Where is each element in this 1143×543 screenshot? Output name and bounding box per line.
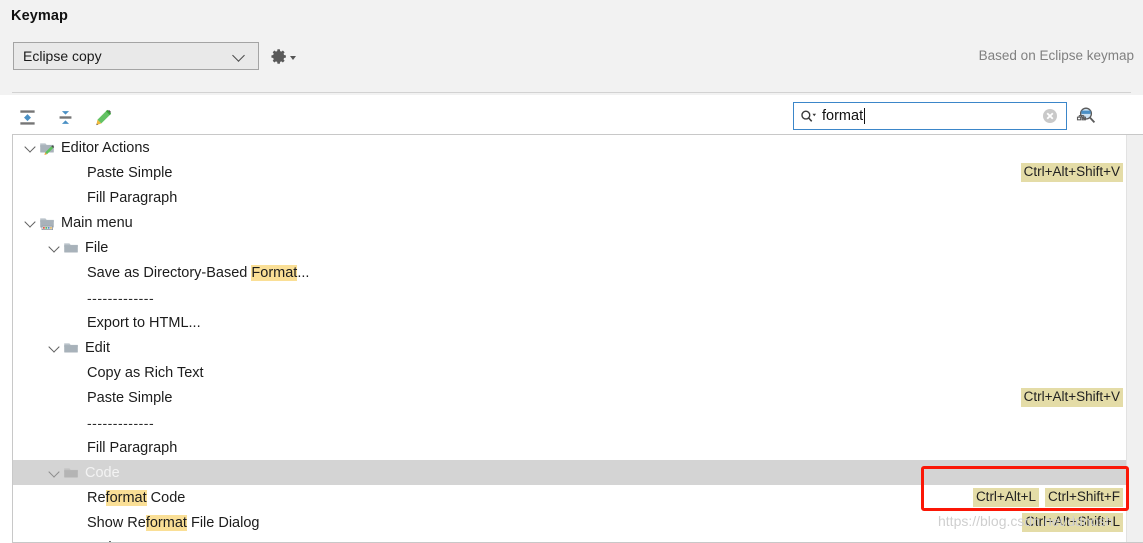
keymap-select-value: Eclipse copy: [23, 48, 102, 64]
chevron-down-icon[interactable]: [23, 140, 39, 156]
shortcut-badge-group: Ctrl+Alt+Shift+L: [1022, 510, 1123, 535]
chevron-down-icon: [233, 49, 247, 63]
tree-row-label: Paste Simple: [87, 389, 173, 406]
chevron-down-icon[interactable]: [23, 215, 39, 231]
tree-action-row[interactable]: Show Reformat File Dialog Ctrl+Alt+Shift+…: [13, 510, 1127, 535]
panel-divider: [12, 92, 1131, 93]
search-input-value: format: [822, 108, 1040, 124]
menu-separator-dashes: -------------: [87, 289, 155, 306]
tree-action-row[interactable]: Fill Paragraph: [13, 185, 1127, 210]
tree-action-row[interactable]: Paste Simple Ctrl+Alt+Shift+V: [13, 385, 1127, 410]
search-match-highlight: format: [145, 514, 187, 531]
edit-shortcut-button[interactable]: [90, 105, 116, 129]
expand-all-icon: [19, 109, 35, 125]
tree-vertical-scrollbar[interactable]: [1126, 135, 1143, 542]
keymap-gear-button[interactable]: [271, 46, 299, 66]
search-match-highlight: format: [105, 489, 147, 506]
tree-row-label: Export to HTML...: [87, 314, 201, 331]
shortcut-badge[interactable]: Ctrl+Alt+Shift+V: [1020, 388, 1123, 407]
search-input[interactable]: format: [793, 102, 1067, 130]
tree-group-row[interactable]: Code: [13, 460, 1127, 485]
shortcut-badge[interactable]: Ctrl+Alt+Shift+V: [1020, 163, 1123, 182]
tree-separator-row[interactable]: -------------: [13, 410, 1127, 435]
tree-row-label: Main menu: [61, 214, 133, 231]
editor-actions-folder-icon: [39, 140, 55, 156]
based-on-keymap-label: Based on Eclipse keymap: [978, 48, 1134, 63]
collapse-all-button[interactable]: [52, 105, 78, 129]
folder-icon: [63, 540, 79, 543]
tree-twisty-spacer: [71, 190, 87, 206]
clear-circle-x-icon: [1043, 109, 1057, 123]
clear-search-button[interactable]: [1040, 106, 1060, 126]
shortcut-badge[interactable]: Ctrl+Alt+Shift+L: [1022, 513, 1123, 532]
tree-toolbar: [14, 104, 116, 130]
tree-row-label: File: [85, 239, 109, 256]
keymap-tree[interactable]: Editor Actions Paste Simple Ctrl+Alt+Shift…: [12, 134, 1143, 543]
search-match-highlight: Format: [251, 264, 298, 281]
tree-row-label: Reformat Code: [87, 489, 186, 506]
collapse-all-icon: [59, 110, 71, 124]
tree-row-label: Show Reformat File Dialog: [87, 514, 260, 531]
tree-row-label: Tools: [85, 540, 119, 543]
tree-twisty-spacer: [71, 390, 87, 406]
shortcut-badge[interactable]: Ctrl+Alt+L: [972, 488, 1039, 507]
tree-row-label: Edit: [85, 339, 110, 356]
tree-row-label: Fill Paragraph: [87, 189, 178, 206]
keymap-settings-panel: Keymap Eclipse copy Based on Eclipse key…: [0, 0, 1143, 95]
tree-action-row[interactable]: Paste Simple Ctrl+Alt+Shift+V: [13, 160, 1127, 185]
shortcut-badge-group: Ctrl+Alt+Shift+V: [1020, 385, 1123, 410]
keymap-select[interactable]: Eclipse copy: [13, 42, 259, 70]
chevron-down-icon[interactable]: [47, 540, 63, 543]
tree-action-row[interactable]: Save as Directory-Based Format...: [13, 260, 1127, 285]
tree-twisty-spacer: [71, 290, 87, 306]
tree-action-row[interactable]: Export to HTML...: [13, 310, 1127, 335]
pencil-icon: [95, 109, 111, 125]
tree-twisty-spacer: [71, 165, 87, 181]
tree-twisty-spacer: [71, 515, 87, 531]
folder-icon: [63, 465, 79, 481]
folder-icon: [63, 340, 79, 356]
find-by-shortcut-button[interactable]: [1073, 104, 1099, 128]
tree-row-label: Save as Directory-Based Format...: [87, 264, 310, 281]
search-magnifier-icon: [800, 109, 817, 124]
chevron-down-icon[interactable]: [47, 240, 63, 256]
tree-row-label: Editor Actions: [61, 139, 150, 156]
tree-twisty-spacer: [71, 365, 87, 381]
tree-twisty-spacer: [71, 315, 87, 331]
shortcut-badge-group: Ctrl+Alt+Shift+V: [1020, 160, 1123, 185]
main-menu-folder-icon: [39, 215, 55, 231]
tree-twisty-spacer: [71, 440, 87, 456]
shortcut-badge-group: Ctrl+Alt+L Ctrl+Shift+F: [972, 485, 1123, 510]
expand-all-button[interactable]: [14, 105, 40, 129]
tree-row-label: Paste Simple: [87, 164, 173, 181]
tree-separator-row[interactable]: -------------: [13, 285, 1127, 310]
tree-twisty-spacer: [71, 415, 87, 431]
gear-dropdown-arrow-icon: [290, 55, 296, 60]
folder-icon: [63, 240, 79, 256]
tree-action-row[interactable]: Reformat Code Ctrl+Alt+L Ctrl+Shift+F: [13, 485, 1127, 510]
tree-row-label: Fill Paragraph: [87, 439, 178, 456]
shortcut-badge[interactable]: Ctrl+Shift+F: [1044, 488, 1123, 507]
page-title: Keymap: [11, 8, 69, 24]
tree-group-row[interactable]: Tools: [13, 535, 1127, 543]
tree-group-row[interactable]: Edit: [13, 335, 1127, 360]
tree-action-row[interactable]: Fill Paragraph: [13, 435, 1127, 460]
tree-group-row[interactable]: Editor Actions: [13, 135, 1127, 160]
chevron-down-icon[interactable]: [47, 340, 63, 356]
find-by-shortcut-icon: [1076, 107, 1096, 124]
tree-row-label: Copy as Rich Text: [87, 364, 204, 381]
tree-twisty-spacer: [71, 265, 87, 281]
tree-row-container: Editor Actions Paste Simple Ctrl+Alt+Shift…: [13, 135, 1127, 543]
tree-twisty-spacer: [71, 490, 87, 506]
gear-icon: [271, 48, 286, 64]
menu-separator-dashes: -------------: [87, 414, 155, 431]
tree-group-row[interactable]: Main menu: [13, 210, 1127, 235]
tree-action-row[interactable]: Copy as Rich Text: [13, 360, 1127, 385]
tree-group-row[interactable]: File: [13, 235, 1127, 260]
chevron-down-icon[interactable]: [47, 465, 63, 481]
tree-row-label: Code: [85, 464, 120, 481]
